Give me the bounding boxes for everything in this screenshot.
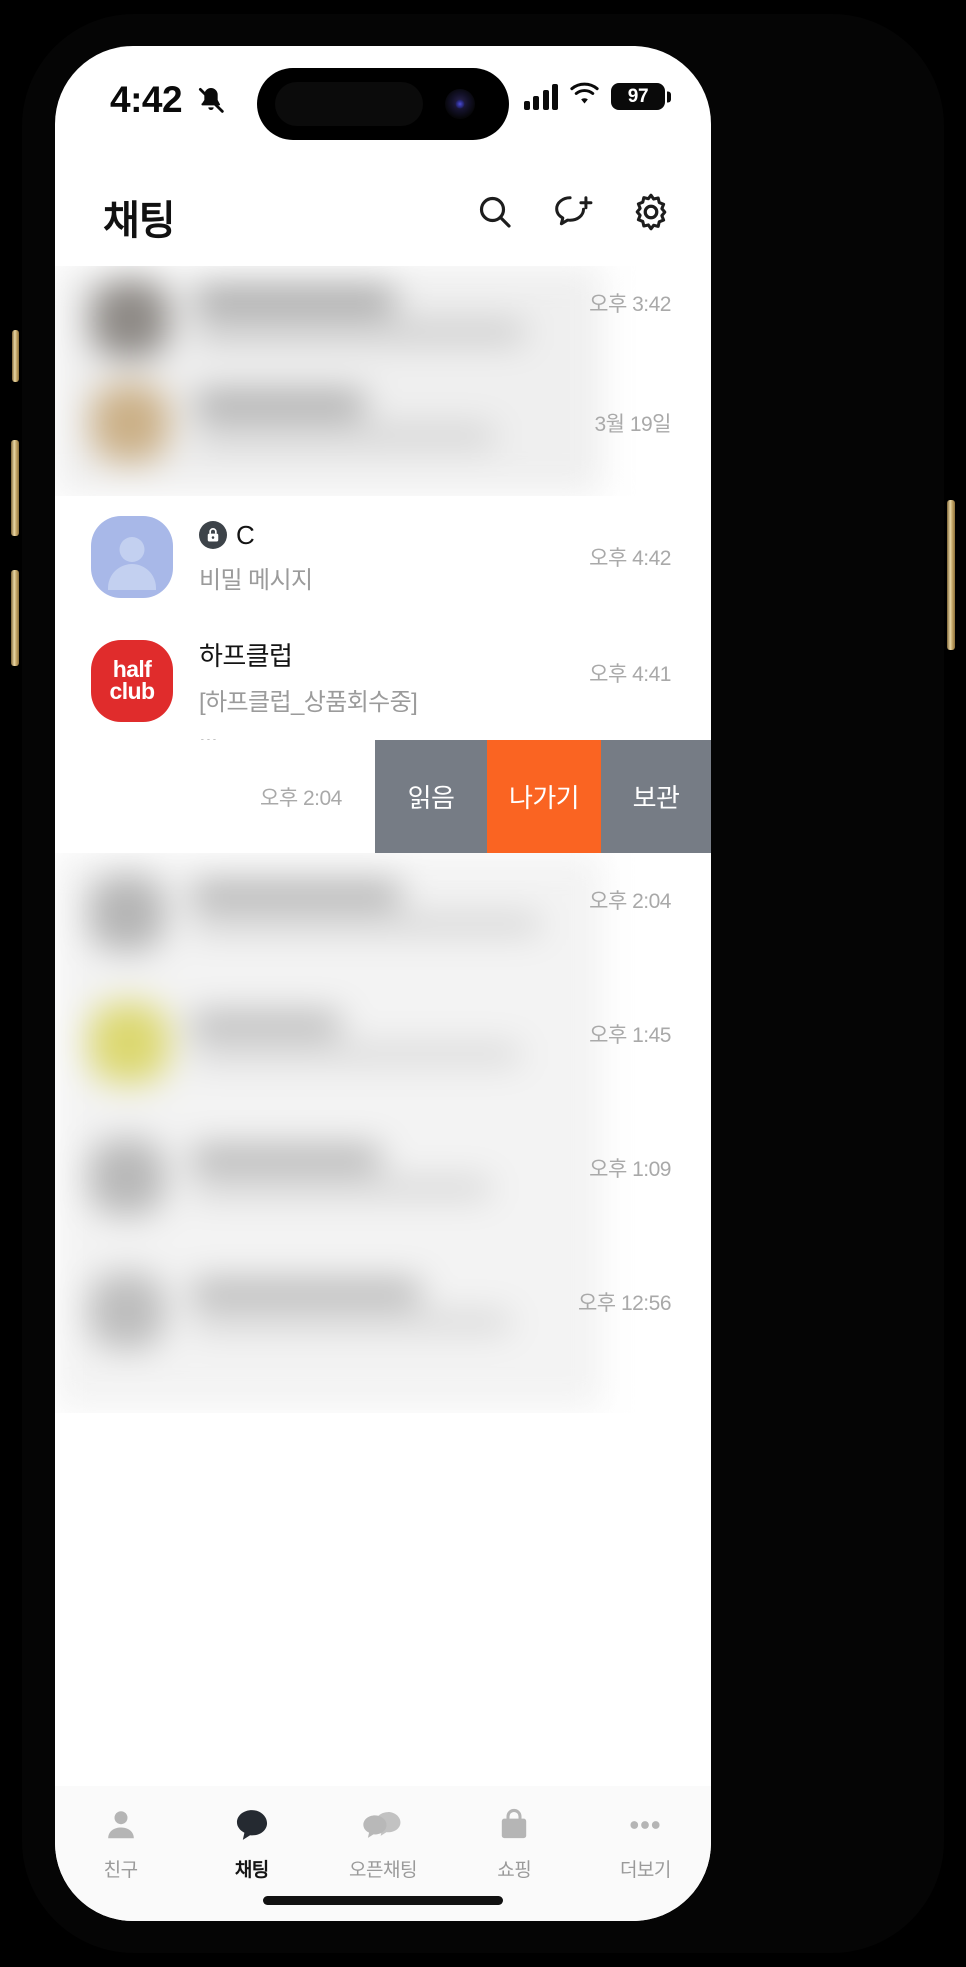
device-frame: 4:42 97 채팅 오후 3:42 3월 19일 C 비밀 메시지 오후 4:… xyxy=(0,0,966,1967)
tab-label: 쇼핑 xyxy=(497,1860,532,1881)
tab-friends[interactable]: 친구 xyxy=(55,1804,186,1882)
home-indicator[interactable] xyxy=(263,1896,503,1905)
status-bar: 4:42 97 xyxy=(55,46,711,158)
halfclub-logo: half club xyxy=(91,640,173,722)
tab-more[interactable]: 더보기 xyxy=(580,1804,711,1882)
status-time: 4:42 xyxy=(110,79,183,120)
blurred-chat-rows-top[interactable]: 오후 3:42 3월 19일 xyxy=(55,266,711,496)
blur-overlay xyxy=(55,853,711,1413)
avatar-head xyxy=(119,537,145,562)
more-dots-icon xyxy=(625,1804,665,1846)
chat-bubble-icon xyxy=(233,1804,271,1846)
avatar xyxy=(91,516,173,598)
row-time: 오후 1:09 xyxy=(589,1158,671,1181)
tab-label: 오픈채팅 xyxy=(349,1860,417,1881)
chat-time: 오후 4:42 xyxy=(589,547,671,570)
chat-row-title: C xyxy=(199,519,571,552)
phone-screen: 4:42 97 채팅 오후 3:42 3월 19일 C 비밀 메시지 오후 4:… xyxy=(55,46,711,1921)
tab-label: 친구 xyxy=(103,1860,138,1881)
battery-percent: 97 xyxy=(627,85,649,107)
tab-shopping[interactable]: 쇼핑 xyxy=(449,1804,580,1882)
wifi-icon xyxy=(569,82,600,111)
tab-label: 더보기 xyxy=(619,1860,671,1881)
volume-down-button[interactable] xyxy=(11,570,19,666)
avatar-body xyxy=(108,564,156,590)
chat-row-halfclub[interactable]: half club 하프클럽 [하프클럽_상품회수중] ... 오후 4:41 xyxy=(55,618,711,748)
tab-label: 채팅 xyxy=(234,1860,269,1881)
lock-icon xyxy=(199,521,227,549)
power-button[interactable] xyxy=(947,500,955,650)
row-time: 오후 1:45 xyxy=(589,1024,671,1047)
app-header: 채팅 xyxy=(55,158,711,266)
archive-chat-button[interactable]: 보관 xyxy=(601,740,711,853)
bell-slash-icon xyxy=(195,84,227,116)
person-icon xyxy=(102,1804,140,1846)
cellular-signal-icon xyxy=(523,83,558,110)
shopping-bag-icon xyxy=(495,1804,533,1846)
chat-preview: [하프클럽_상품회수중] xyxy=(199,688,418,716)
dynamic-island-pill xyxy=(275,82,423,126)
front-camera xyxy=(445,89,475,119)
row-time: 오후 3:42 xyxy=(589,293,671,316)
open-chat-icon xyxy=(361,1804,405,1846)
chat-preview: 비밀 메시지 xyxy=(199,567,313,595)
blurred-chat-rows-bottom[interactable]: 오후 2:04 오후 1:45 오후 1:09 오후 12:56 xyxy=(55,853,711,1413)
leave-chat-button[interactable]: 나가기 xyxy=(487,740,601,853)
battery-indicator: 97 xyxy=(611,83,665,110)
search-icon[interactable] xyxy=(471,188,519,236)
page-title: 채팅 xyxy=(103,199,176,243)
dynamic-island[interactable] xyxy=(257,68,509,140)
mark-read-button[interactable]: 읽음 xyxy=(375,740,487,853)
status-indicators: 97 xyxy=(523,82,665,111)
row-time: 오후 12:56 xyxy=(577,1292,672,1315)
silent-switch[interactable] xyxy=(12,330,19,382)
header-actions xyxy=(471,188,675,236)
tab-openchat[interactable]: 오픈채팅 xyxy=(317,1804,448,1882)
row-time: 3월 19일 xyxy=(594,413,671,436)
chat-row-secret[interactable]: C 비밀 메시지 오후 4:42 xyxy=(55,496,711,618)
chat-row-content: C 비밀 메시지 xyxy=(199,519,571,596)
row-time: 오후 2:04 xyxy=(589,890,671,913)
tab-chats[interactable]: 채팅 xyxy=(186,1804,317,1882)
swiped-chat-row[interactable]: 오후 2:04 읽음 나가기 보관 xyxy=(55,740,711,853)
gear-icon[interactable] xyxy=(627,188,675,236)
chat-time: 오후 2:04 xyxy=(260,786,342,810)
chat-name: C xyxy=(236,519,255,550)
chat-name: 하프클럽 xyxy=(199,641,293,671)
halfclub-logo-line2: club xyxy=(109,678,155,704)
chat-list[interactable]: 오후 3:42 3월 19일 C 비밀 메시지 오후 4:42 half clu… xyxy=(55,266,711,1786)
new-chat-icon[interactable] xyxy=(549,188,597,236)
swipe-action-group: 읽음 나가기 보관 xyxy=(375,740,711,853)
chat-row-content: 하프클럽 [하프클럽_상품회수중] ... xyxy=(199,640,571,749)
chat-time: 오후 4:41 xyxy=(589,663,671,686)
volume-up-button[interactable] xyxy=(11,440,19,536)
